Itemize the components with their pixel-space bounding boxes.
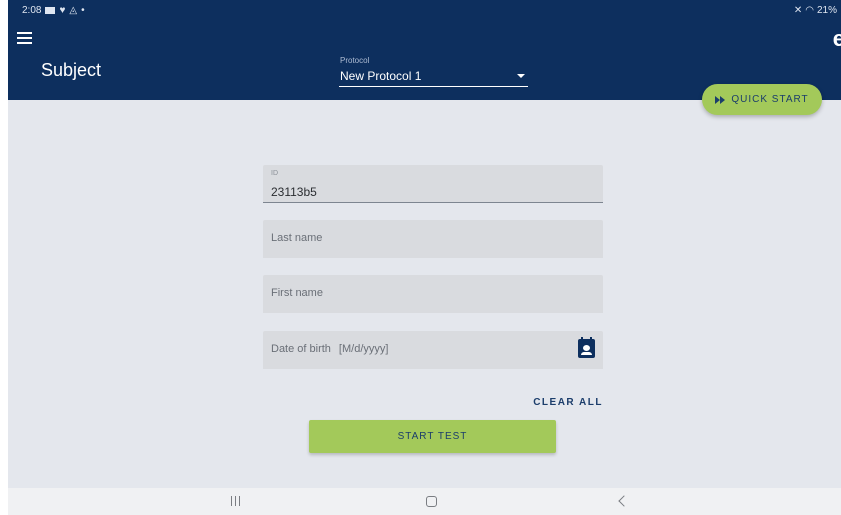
status-right: ✕ ◠ 21% <box>794 5 837 16</box>
id-value: 23113b5 <box>271 185 317 199</box>
start-test-label: START TEST <box>397 431 468 442</box>
page-title: Subject <box>41 60 102 80</box>
dob-format: [M/d/yyyy] <box>338 343 389 355</box>
app-logo-icon: e <box>832 26 841 51</box>
chevron-down-icon <box>517 74 525 78</box>
dob-placeholder: Date of birth [M/d/yyyy] <box>271 343 388 355</box>
fast-forward-icon <box>715 95 726 104</box>
protocol-caption: Protocol <box>340 56 370 65</box>
calendar-person-icon[interactable] <box>578 337 595 358</box>
date-of-birth-field[interactable]: Date of birth [M/d/yyyy] <box>263 331 603 369</box>
battery-level: 21% <box>816 5 837 16</box>
app-frame: 2:08 ♥ ◬ • ✕ ◠ 21% e Subject Protocol Ne… <box>8 0 841 515</box>
more-notifications-icon: • <box>81 5 85 16</box>
first-name-placeholder: First name <box>271 287 323 299</box>
back-icon[interactable] <box>618 495 630 507</box>
quick-start-button[interactable]: QUICK START <box>702 84 822 115</box>
protocol-select[interactable]: Protocol New Protocol 1 <box>339 54 528 87</box>
clear-all-button[interactable]: CLEAR ALL <box>533 397 603 408</box>
home-icon[interactable] <box>426 496 437 507</box>
dob-label: Date of birth <box>271 343 331 355</box>
id-label: ID <box>271 170 278 177</box>
status-left: 2:08 ♥ ◬ • <box>22 5 85 16</box>
app-notification-icon: ◬ <box>69 5 78 16</box>
wifi-icon: ◠ <box>805 5 814 16</box>
first-name-field[interactable]: First name <box>263 275 603 313</box>
protocol-value: New Protocol 1 <box>340 69 422 83</box>
menu-icon[interactable] <box>17 32 32 44</box>
status-time: 2:08 <box>22 5 42 16</box>
system-nav-bar <box>8 488 841 515</box>
last-name-placeholder: Last name <box>271 232 323 244</box>
recents-icon[interactable] <box>231 496 240 506</box>
id-field[interactable]: ID 23113b5 <box>263 165 603 203</box>
heart-notification-icon: ♥ <box>59 5 66 16</box>
status-bar: 2:08 ♥ ◬ • ✕ ◠ 21% <box>8 0 841 22</box>
start-test-button[interactable]: START TEST <box>309 420 556 453</box>
mute-icon: ✕ <box>793 5 803 16</box>
last-name-field[interactable]: Last name <box>263 220 603 258</box>
quick-start-label: QUICK START <box>731 94 809 105</box>
gallery-notification-icon <box>45 7 56 14</box>
